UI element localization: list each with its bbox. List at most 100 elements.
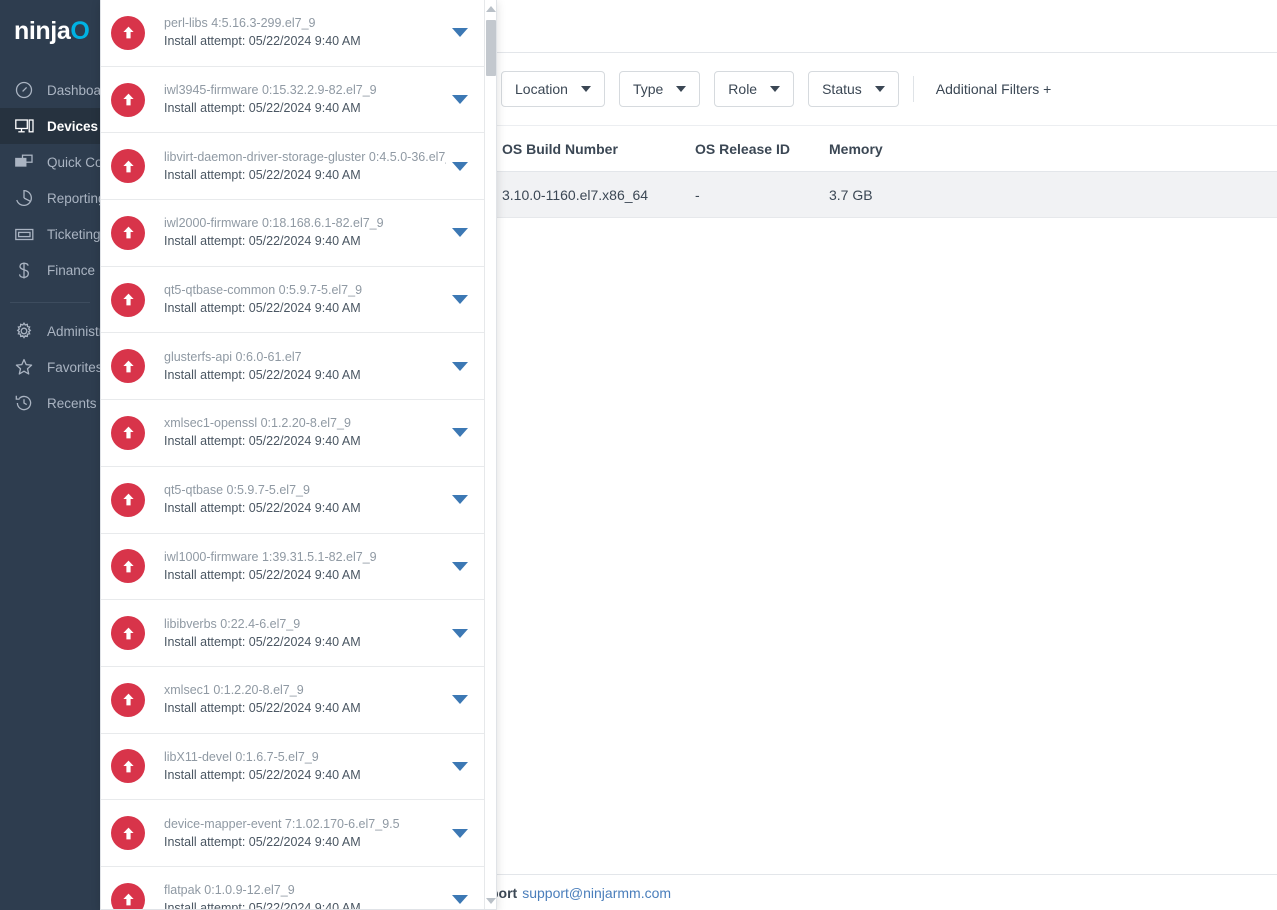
patch-install-attempt: Install attempt: 05/22/2024 9:40 AM [164, 634, 361, 649]
expand-chevron-down-icon[interactable] [452, 95, 468, 105]
patch-text-block: iwl3945-firmware 0:15.32.2.9-82.el7_9 Ins… [164, 82, 446, 117]
filter-label: Role [728, 81, 758, 97]
screens-icon [13, 151, 35, 173]
sidebar-item-label: Ticketing [47, 226, 101, 242]
expand-chevron-down-icon[interactable] [452, 561, 468, 571]
sidebar-item-finance[interactable]: Finance [0, 252, 100, 288]
filter-label: Status [822, 81, 862, 97]
expand-chevron-down-icon[interactable] [452, 495, 468, 505]
expand-chevron-down-icon[interactable] [452, 761, 468, 771]
patch-pending-up-arrow-icon [111, 549, 145, 584]
expand-chevron-down-icon[interactable] [452, 895, 468, 905]
scroll-up-arrow-icon[interactable] [486, 6, 496, 12]
patch-text-block: libibverbs 0:22.4-6.el7_9 Install attempt… [164, 616, 446, 651]
patch-name: xmlsec1-openssl 0:1.2.20-8.el7_9 [164, 416, 351, 431]
patch-list-item[interactable]: qt5-qtbase-common 0:5.9.7-5.el7_9 Install… [101, 267, 486, 334]
patch-name: qt5-qtbase 0:5.9.7-5.el7_9 [164, 483, 310, 498]
expand-chevron-down-icon[interactable] [452, 428, 468, 438]
sidebar-item-favorites[interactable]: Favorites [0, 349, 103, 385]
filter-location-dropdown[interactable]: Location [501, 71, 605, 107]
scroll-down-arrow-icon[interactable] [486, 898, 496, 904]
patch-text-block: iwl2000-firmware 0:18.168.6.1-82.el7_9 In… [164, 215, 446, 250]
popover-scrollbar[interactable] [484, 0, 496, 909]
sidebar: ninja O Dashboard Devices Quick Connect … [0, 0, 136, 910]
patch-install-attempt: Install attempt: 05/22/2024 9:40 AM [164, 167, 361, 182]
expand-chevron-down-icon[interactable] [452, 361, 468, 371]
patch-list-item[interactable]: libibverbs 0:22.4-6.el7_9 Install attempt… [101, 600, 486, 667]
patch-list-item[interactable]: xmlsec1-openssl 0:1.2.20-8.el7_9 Install … [101, 400, 486, 467]
patch-install-attempt: Install attempt: 05/22/2024 9:40 AM [164, 901, 361, 910]
patch-list-item[interactable]: iwl1000-firmware 1:39.31.5.1-82.el7_9 Ins… [101, 534, 486, 601]
patch-pending-up-arrow-icon [111, 482, 145, 517]
patch-list-item[interactable]: perl-libs 4:5.16.3-299.el7_9 Install atte… [101, 0, 486, 67]
sidebar-item-reporting[interactable]: Reporting [0, 180, 106, 216]
sidebar-item-ticketing[interactable]: Ticketing [0, 216, 101, 252]
scrollbar-thumb[interactable] [486, 20, 496, 76]
history-icon [13, 392, 35, 414]
patch-list-item[interactable]: libvirt-daemon-driver-storage-gluster 0:… [101, 133, 486, 201]
brand-name: ninja [14, 16, 71, 45]
expand-chevron-down-icon[interactable] [452, 28, 468, 38]
star-icon [13, 356, 35, 378]
patch-pending-up-arrow-icon [111, 15, 145, 50]
patch-list-item[interactable]: libX11-devel 0:1.6.7-5.el7_9 Install atte… [101, 734, 486, 801]
filter-role-dropdown[interactable]: Role [714, 71, 795, 107]
patch-list-item[interactable]: qt5-qtbase 0:5.9.7-5.el7_9 Install attemp… [101, 467, 486, 534]
sidebar-item-dashboard[interactable]: Dashboard [0, 72, 113, 108]
filter-status-dropdown[interactable]: Status [808, 71, 899, 107]
patch-list-item[interactable]: xmlsec1 0:1.2.20-8.el7_9 Install attempt:… [101, 667, 486, 734]
pending-patches-popover: perl-libs 4:5.16.3-299.el7_9 Install atte… [100, 0, 497, 910]
expand-chevron-down-icon[interactable] [452, 695, 468, 705]
sidebar-item-devices[interactable]: Devices [0, 108, 100, 144]
column-header-memory[interactable]: Memory [829, 141, 949, 157]
support-email-link[interactable]: support@ninjarmm.com [522, 885, 671, 901]
expand-chevron-down-icon[interactable] [452, 628, 468, 638]
patch-name: iwl2000-firmware 0:18.168.6.1-82.el7_9 [164, 216, 384, 231]
sidebar-primary-nav: Dashboard Devices Quick Connect Reportin… [0, 72, 136, 421]
expand-chevron-down-icon[interactable] [452, 228, 468, 238]
filter-label: Location [515, 81, 568, 97]
cell-os-release-id: - [695, 186, 700, 203]
column-header-os-build-number[interactable]: OS Build Number [502, 141, 695, 157]
patch-install-attempt: Install attempt: 05/22/2024 9:40 AM [164, 501, 361, 516]
sidebar-item-label: Reporting [47, 190, 106, 206]
sidebar-item-quick-connect[interactable]: Quick Connect [0, 144, 136, 180]
dollar-icon [13, 259, 35, 281]
monitor-icon [13, 115, 35, 137]
patch-name: qt5-qtbase-common 0:5.9.7-5.el7_9 [164, 283, 363, 298]
gauge-icon [13, 79, 35, 101]
expand-chevron-down-icon[interactable] [452, 161, 468, 171]
brand-logo[interactable]: ninja O [0, 0, 100, 62]
patch-list-item[interactable]: device-mapper-event 7:1.02.170-6.el7_9.5… [101, 800, 486, 867]
column-header-os-release-id[interactable]: OS Release ID [695, 141, 829, 157]
gear-icon [13, 320, 35, 342]
patch-list-item[interactable]: flatpak 0:1.0.9-12.el7_9 Install attempt:… [101, 867, 486, 910]
patch-list-item[interactable]: iwl2000-firmware 0:18.168.6.1-82.el7_9 In… [101, 200, 486, 267]
patch-list-item[interactable]: glusterfs-api 0:6.0-61.el7 Install attemp… [101, 333, 486, 401]
patch-install-attempt: Install attempt: 05/22/2024 9:40 AM [164, 34, 361, 49]
patch-text-block: qt5-qtbase 0:5.9.7-5.el7_9 Install attemp… [164, 482, 446, 517]
patch-pending-up-arrow-icon [111, 415, 145, 450]
patch-name: xmlsec1 0:1.2.20-8.el7_9 [164, 683, 304, 698]
pie-chart-icon [13, 187, 35, 209]
sidebar-item-administration[interactable]: Administration [0, 313, 133, 349]
sidebar-divider [10, 302, 90, 303]
patch-list-item[interactable]: iwl3945-firmware 0:15.32.2.9-82.el7_9 Ins… [101, 67, 486, 134]
cell-memory: 3.7 GB [829, 186, 873, 203]
patch-pending-up-arrow-icon [111, 149, 145, 184]
patch-install-attempt: Install attempt: 05/22/2024 9:40 AM [164, 834, 361, 849]
patch-name: libX11-devel 0:1.6.7-5.el7_9 [164, 749, 319, 764]
filter-type-dropdown[interactable]: Type [618, 71, 701, 107]
patch-pending-up-arrow-icon [111, 682, 145, 717]
patch-name: perl-libs 4:5.16.3-299.el7_9 [164, 16, 316, 31]
patch-text-block: xmlsec1-openssl 0:1.2.20-8.el7_9 Install … [164, 415, 446, 450]
expand-chevron-down-icon[interactable] [452, 295, 468, 305]
sidebar-item-recents[interactable]: Recents [0, 385, 100, 421]
patch-pending-up-arrow-icon [111, 82, 145, 117]
sidebar-item-label: Recents [47, 395, 97, 411]
expand-chevron-down-icon[interactable] [452, 828, 468, 838]
patch-pending-up-arrow-icon [111, 882, 145, 909]
additional-filters-button[interactable]: Additional Filters + [936, 81, 1052, 97]
brand-mark-icon: O [70, 16, 90, 45]
patch-name: iwl3945-firmware 0:15.32.2.9-82.el7_9 [164, 83, 377, 98]
